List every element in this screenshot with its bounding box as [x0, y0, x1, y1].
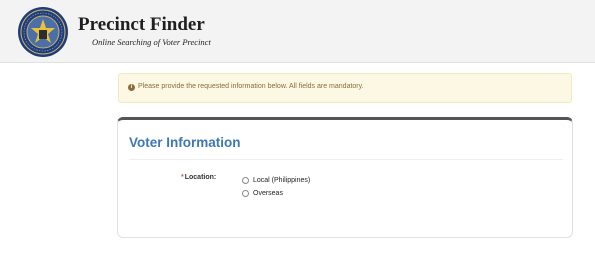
location-option-overseas[interactable]: Overseas: [242, 188, 283, 198]
comelec-seal-logo: [18, 7, 68, 57]
voter-information-panel: Voter Information *Location: Local (Phil…: [117, 117, 573, 238]
location-label-text: Location:: [184, 174, 217, 181]
radio-local[interactable]: [242, 176, 249, 184]
app-subtitle: Online Searching of Voter Precinct: [92, 37, 211, 47]
radio-overseas[interactable]: [242, 189, 249, 197]
location-label: *Location:: [181, 174, 216, 181]
radio-local-label[interactable]: Local (Philippines): [253, 177, 310, 184]
site-header: Precinct Finder Online Searching of Vote…: [0, 0, 595, 63]
app-title: Precinct Finder: [78, 14, 205, 35]
info-circle-icon: i: [128, 84, 135, 91]
panel-title: Voter Information: [129, 135, 241, 150]
info-alert: i Please provide the requested informati…: [118, 73, 572, 103]
radio-overseas-label[interactable]: Overseas: [253, 190, 283, 197]
panel-divider: [129, 159, 563, 160]
alert-message: Please provide the requested information…: [138, 83, 364, 90]
location-option-local[interactable]: Local (Philippines): [242, 175, 310, 185]
required-marker: *: [181, 174, 184, 181]
